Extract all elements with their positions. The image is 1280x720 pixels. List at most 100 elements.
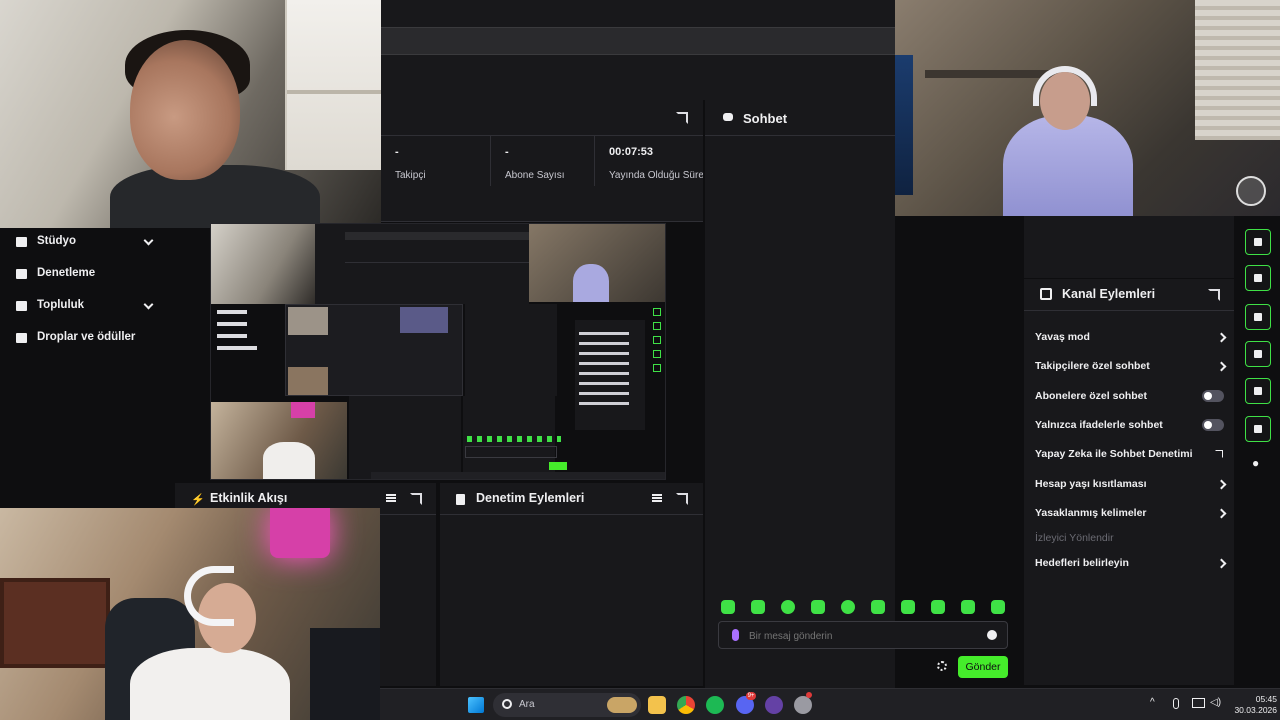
channel-actions-header: Kanal Eylemleri — [1024, 279, 1234, 311]
emote-icon[interactable] — [751, 600, 765, 614]
emote-icon[interactable] — [841, 600, 855, 614]
subscribers-only-toggle[interactable] — [1202, 390, 1224, 402]
emote-icon[interactable] — [871, 600, 885, 614]
preview-send — [549, 462, 567, 470]
preview-cam-top-left — [211, 224, 315, 304]
emote-icon[interactable] — [811, 600, 825, 614]
slow-mode-row[interactable]: Yavaş mod — [1035, 331, 1227, 351]
taskbar-search[interactable]: Ara — [493, 693, 641, 717]
channel-actions-panel: Kanal Eylemleri Yavaş mod Takipçilere öz… — [1024, 279, 1234, 685]
spotify-icon[interactable] — [706, 696, 724, 714]
subscribers-value: - — [505, 146, 509, 158]
mod-actions-panel: Denetim Eylemleri — [440, 483, 703, 686]
person-body-image — [1003, 115, 1133, 216]
person-head-image — [130, 40, 240, 180]
emote-picker-icon[interactable] — [987, 630, 997, 640]
external-link-icon — [1215, 450, 1223, 458]
left-navigation: Stüdyo Denetleme Topluluk Droplar ve ödü… — [0, 228, 172, 508]
chevron-right-icon — [1216, 508, 1227, 519]
send-button[interactable]: Gönder — [958, 656, 1008, 678]
preview-taskbar — [371, 472, 665, 479]
taskbar-clock[interactable]: 05:45 30.03.2026 — [1227, 694, 1277, 716]
activity-feed-title: Etkinlik Akışı — [210, 491, 288, 505]
wrench-icon[interactable] — [1245, 416, 1271, 442]
file-explorer-icon[interactable] — [648, 696, 666, 714]
subscribers-only-row: Abonelere özel sohbet — [1035, 390, 1225, 410]
emote-icon[interactable] — [961, 600, 975, 614]
person-body-image — [110, 165, 320, 228]
popout-icon[interactable] — [410, 493, 422, 505]
document-icon — [456, 494, 465, 505]
chevron-right-icon — [1216, 361, 1227, 372]
more-options-icon[interactable]: ● — [1252, 456, 1259, 470]
lightning-icon[interactable] — [1245, 229, 1271, 255]
webcam-top-right — [895, 0, 1280, 216]
subscribers-label: Abone Sayısı — [505, 170, 565, 181]
broadcast-icon[interactable] — [1245, 341, 1271, 367]
preview-cam-bottom-left — [211, 402, 347, 479]
pink-light-image — [270, 508, 330, 558]
chat-settings-icon[interactable] — [937, 661, 947, 671]
chevron-up-icon[interactable]: ^ — [1150, 697, 1155, 708]
discord-badge: 9+ — [746, 692, 756, 700]
emote-icon[interactable] — [901, 600, 915, 614]
microphone-icon[interactable] — [732, 629, 739, 641]
popout-icon[interactable] — [676, 493, 688, 505]
window-image — [0, 578, 110, 668]
stream-stats-panel: - Takipçi - Abone Sayısı 00:07:53 Yayınd… — [381, 100, 703, 222]
app-icon[interactable] — [765, 696, 783, 714]
chat-input-box — [718, 621, 1008, 649]
chat-icon[interactable] — [1245, 304, 1271, 330]
nav-label: Droplar ve ödüller — [37, 331, 136, 343]
chevron-down-icon[interactable] — [143, 299, 154, 310]
emote-icon[interactable] — [721, 600, 735, 614]
filter-menu-icon[interactable] — [652, 494, 662, 502]
row-label: Yapay Zeka ile Sohbet Denetimi — [1035, 448, 1193, 460]
channel-actions-icon — [1040, 288, 1052, 300]
followers-only-row[interactable]: Takipçilere özel sohbet — [1035, 360, 1227, 380]
emote-only-toggle[interactable] — [1202, 419, 1224, 431]
chevron-right-icon — [1216, 558, 1227, 569]
chevron-down-icon[interactable] — [143, 235, 154, 246]
search-icon — [502, 699, 512, 709]
windows-taskbar: Ara 9+ ^ ◁) 05:45 30.03.2026 — [380, 688, 1280, 720]
ai-moderation-row[interactable]: Yapay Zeka ile Sohbet Denetimi — [1035, 448, 1225, 468]
banned-words-row[interactable]: Yasaklanmış kelimeler — [1035, 507, 1227, 527]
chrome-icon[interactable] — [677, 696, 695, 714]
studio-icon — [16, 237, 27, 247]
windows-start-icon[interactable] — [468, 697, 484, 713]
microphone-icon[interactable] — [1173, 698, 1179, 709]
app-icon[interactable] — [794, 696, 812, 714]
emote-icon[interactable] — [991, 600, 1005, 614]
monitor-image — [310, 628, 380, 720]
date: 30.03.2026 — [1234, 705, 1277, 715]
watermark-logo-icon — [1236, 176, 1266, 206]
preview-rail — [651, 304, 665, 414]
popout-icon[interactable] — [676, 112, 688, 124]
network-icon[interactable] — [1192, 698, 1205, 708]
row-label: Abonelere özel sohbet — [1035, 390, 1148, 402]
preview-activity — [349, 396, 461, 479]
row-label: Takipçilere özel sohbet — [1035, 360, 1150, 372]
emote-icon[interactable] — [781, 600, 795, 614]
goals-row[interactable]: Hedefleri belirleyin — [1035, 557, 1227, 577]
volume-icon[interactable]: ◁) — [1210, 697, 1221, 708]
stream-preview — [210, 223, 666, 480]
followers-value: - — [395, 146, 399, 158]
mod-actions-title: Denetim Eylemleri — [476, 491, 585, 505]
chevron-right-icon — [1216, 479, 1227, 490]
emote-icon[interactable] — [931, 600, 945, 614]
emote-only-row: Yalnızca ifadelerle sohbet — [1035, 419, 1225, 439]
time: 05:45 — [1255, 694, 1277, 704]
row-label: Yalnızca ifadelerle sohbet — [1035, 419, 1163, 431]
chat-message-input[interactable] — [749, 628, 969, 644]
layout-icon[interactable] — [1245, 378, 1271, 404]
filter-menu-icon[interactable] — [386, 494, 396, 502]
stream-manager-screen: - Takipçi - Abone Sayısı 00:07:53 Yayınd… — [0, 0, 1280, 720]
popout-icon[interactable] — [1208, 289, 1220, 301]
row-label: Yavaş mod — [1035, 331, 1090, 343]
account-age-row[interactable]: Hesap yaşı kısıtlaması — [1035, 478, 1227, 498]
notes-icon[interactable] — [1245, 265, 1271, 291]
chevron-right-icon — [1216, 332, 1227, 343]
notification-dot — [806, 692, 812, 698]
